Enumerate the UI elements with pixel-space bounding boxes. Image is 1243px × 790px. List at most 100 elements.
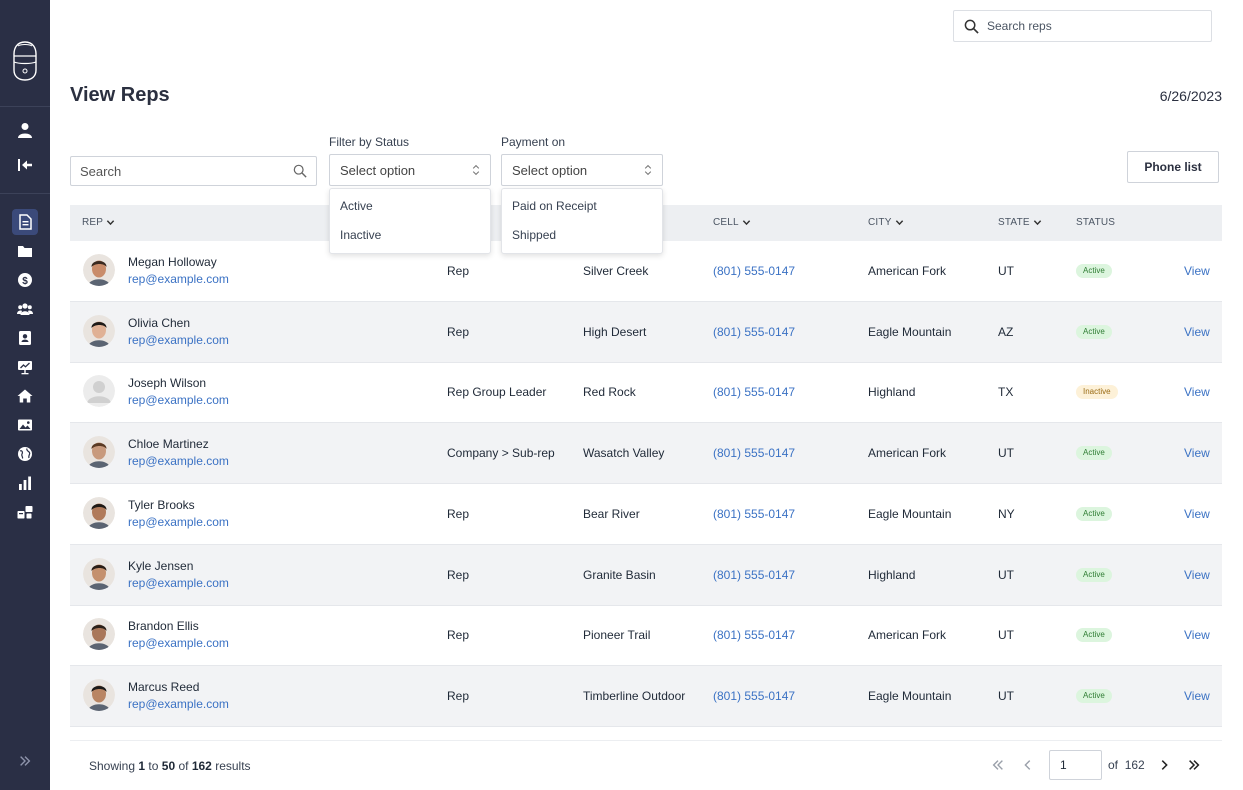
top-search-box[interactable]: [953, 10, 1212, 42]
first-page-button[interactable]: [989, 750, 1007, 780]
range-end: 50: [161, 759, 176, 773]
rep-territory: Wasatch Valley: [583, 446, 665, 461]
rep-state: TX: [998, 385, 1014, 400]
header-cell[interactable]: CELL: [713, 217, 751, 228]
rep-cell-link[interactable]: (801) 555-0147: [713, 689, 795, 703]
header-city[interactable]: CITY: [868, 217, 904, 228]
chevron-down-icon: [742, 220, 751, 226]
page-number-input[interactable]: [1049, 750, 1102, 780]
rep-city: American Fork: [868, 446, 947, 461]
status-option-inactive[interactable]: Inactive: [340, 228, 381, 242]
avatar: [83, 678, 115, 711]
rep-email-link[interactable]: rep@example.com: [128, 272, 229, 286]
view-link[interactable]: View: [1184, 628, 1210, 642]
rep-name[interactable]: Joseph Wilson: [128, 376, 206, 390]
chevron-down-icon: [895, 220, 903, 226]
view-link[interactable]: View: [1184, 446, 1210, 460]
home-icon[interactable]: [15, 386, 35, 406]
rep-name[interactable]: Chloe Martinez: [128, 437, 209, 451]
rep-cell-link[interactable]: (801) 555-0147: [713, 385, 795, 399]
presentation-icon[interactable]: [15, 357, 35, 377]
status-badge: Active: [1076, 506, 1112, 521]
avatar: [83, 375, 115, 408]
status-badge: Active: [1076, 446, 1112, 461]
rep-territory: Silver Creek: [583, 264, 649, 278]
rep-email-link[interactable]: rep@example.com: [128, 697, 229, 711]
next-page-button[interactable]: [1156, 750, 1172, 780]
table-search-box[interactable]: [70, 156, 317, 186]
chevron-left-icon: [1024, 760, 1031, 770]
rep-city: Highland: [868, 567, 916, 582]
document-icon[interactable]: [12, 209, 38, 235]
table-row: Brandon Ellis rep@example.com Rep Pioneer T…: [70, 605, 1222, 667]
rep-cell-link[interactable]: (801) 555-0147: [713, 325, 795, 339]
expand-sidebar-icon[interactable]: [16, 752, 34, 770]
search-reps-input[interactable]: [987, 19, 1197, 33]
view-link[interactable]: View: [1184, 507, 1210, 521]
rep-name[interactable]: Marcus Reed: [128, 680, 199, 694]
rep-cell-link[interactable]: (801) 555-0147: [713, 264, 795, 278]
collapse-icon[interactable]: [15, 155, 35, 175]
rep-role: Company > Sub-rep: [447, 446, 555, 461]
payment-option-paid-on-receipt[interactable]: Paid on Receipt: [512, 199, 597, 213]
bar-chart-icon[interactable]: [15, 473, 35, 493]
avatar: [83, 557, 115, 590]
view-link[interactable]: View: [1184, 264, 1210, 278]
view-link[interactable]: View: [1184, 689, 1210, 703]
rep-state: UT: [998, 264, 1014, 278]
rep-cell-link[interactable]: (801) 555-0147: [713, 446, 795, 460]
header-state[interactable]: STATE: [998, 217, 1042, 228]
rep-role: Rep: [447, 264, 470, 278]
results-summary: Showing 1 to 50 of 162 results: [89, 759, 251, 773]
rep-role: Rep: [447, 688, 470, 703]
rep-name[interactable]: Tyler Brooks: [128, 498, 195, 512]
users-icon[interactable]: [15, 299, 35, 319]
rep-name[interactable]: Olivia Chen: [128, 316, 190, 330]
phone-list-button[interactable]: Phone list: [1127, 151, 1219, 183]
payment-filter-select[interactable]: Select option: [501, 154, 663, 186]
showing-label: Showing: [89, 759, 136, 773]
view-link[interactable]: View: [1184, 568, 1210, 582]
rep-name[interactable]: Megan Holloway: [128, 255, 217, 269]
view-link[interactable]: View: [1184, 325, 1210, 339]
widgets-icon[interactable]: [15, 502, 35, 522]
dollar-icon[interactable]: $: [15, 270, 35, 290]
rep-cell-link[interactable]: (801) 555-0147: [713, 568, 795, 582]
rep-state: UT: [998, 567, 1014, 582]
image-icon[interactable]: [15, 415, 35, 435]
rep-email-link[interactable]: rep@example.com: [128, 393, 229, 407]
rep-name[interactable]: Kyle Jensen: [128, 559, 193, 573]
header-rep[interactable]: REP: [82, 217, 115, 228]
rep-email-link[interactable]: rep@example.com: [128, 515, 229, 529]
rep-role: Rep: [447, 628, 470, 643]
status-filter-select[interactable]: Select option: [329, 154, 491, 186]
rep-email-link[interactable]: rep@example.com: [128, 576, 229, 590]
user-icon[interactable]: [15, 120, 35, 140]
status-option-active[interactable]: Active: [340, 199, 373, 213]
rep-email-link[interactable]: rep@example.com: [128, 636, 229, 650]
rep-email-link[interactable]: rep@example.com: [128, 333, 229, 347]
rep-cell-link[interactable]: (801) 555-0147: [713, 507, 795, 521]
page-count: of 162: [1108, 758, 1145, 772]
to-label: to: [148, 759, 159, 773]
avatar: [83, 436, 115, 469]
table-row: Tyler Brooks rep@example.com Rep Bear River…: [70, 484, 1222, 545]
rep-name[interactable]: Brandon Ellis: [128, 619, 199, 633]
double-chevron-right-icon: [1189, 760, 1200, 770]
table-search-input[interactable]: [80, 163, 270, 179]
view-link[interactable]: View: [1184, 385, 1210, 399]
rep-email-link[interactable]: rep@example.com: [128, 454, 229, 468]
rep-city: Eagle Mountain: [868, 506, 952, 521]
avatar: [83, 496, 115, 529]
rep-cell-link[interactable]: (801) 555-0147: [713, 628, 795, 642]
payment-option-shipped[interactable]: Shipped: [512, 228, 556, 242]
globe-icon[interactable]: [15, 444, 35, 464]
header-state-label: STATE: [998, 217, 1030, 228]
rep-role: Rep: [447, 324, 470, 339]
prev-page-button[interactable]: [1020, 750, 1036, 780]
last-page-button[interactable]: [1185, 750, 1203, 780]
rep-city: Highland: [868, 385, 916, 400]
contact-icon[interactable]: [15, 328, 35, 348]
rep-territory: Red Rock: [583, 385, 636, 400]
folder-icon[interactable]: [15, 241, 35, 261]
